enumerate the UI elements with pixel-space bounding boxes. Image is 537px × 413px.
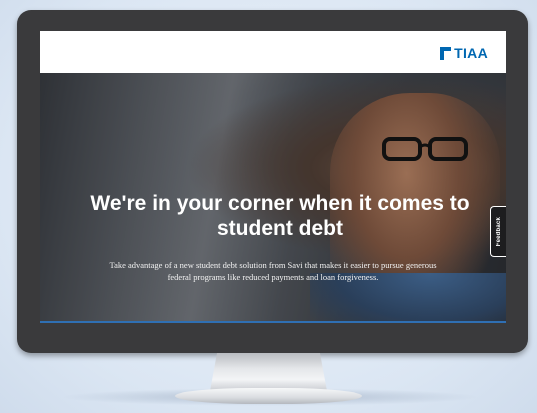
monitor-bezel: TIAA We're in your corner when it comes … (17, 10, 528, 353)
glasses-graphic (382, 137, 468, 161)
site-header: TIAA (40, 31, 506, 73)
feedback-label: Feedback (495, 216, 502, 247)
hero-banner: We're in your corner when it comes to st… (40, 73, 506, 323)
feedback-tab[interactable]: Feedback (490, 206, 506, 257)
monitor-stand-base (175, 388, 362, 404)
logo-text: TIAA (454, 45, 488, 61)
tiaa-logo[interactable]: TIAA (440, 45, 488, 61)
monitor-stand-neck (210, 353, 327, 391)
hero-title: We're in your corner when it comes to st… (90, 192, 470, 240)
tiaa-logo-icon (440, 46, 452, 60)
screen-accent-line (40, 321, 506, 323)
hero-description: Take advantage of a new student debt sol… (109, 260, 437, 282)
monitor-screen: TIAA We're in your corner when it comes … (40, 31, 506, 323)
